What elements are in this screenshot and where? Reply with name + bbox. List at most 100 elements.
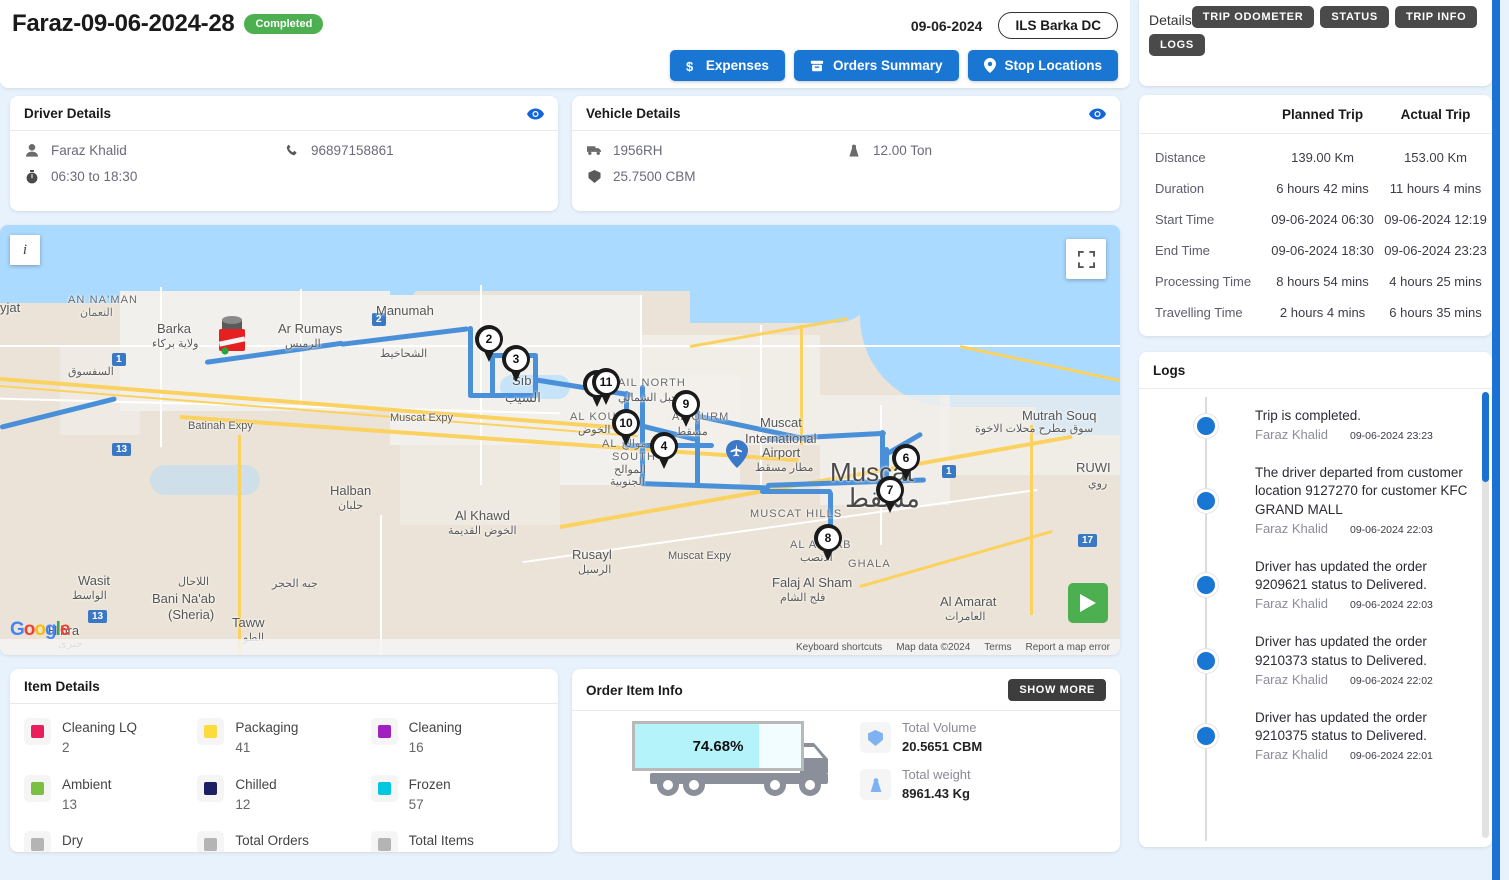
trip-row-label: Duration [1155, 181, 1205, 196]
route-map[interactable]: 1 2 13 13 1 17 AN NA'MAN النعمان yjat Ba… [0, 225, 1120, 655]
fill-percent-label: 74.68% [692, 737, 744, 755]
tab-trip-odometer[interactable]: TRIP ODOMETER [1191, 6, 1315, 28]
map-label: Taww [232, 615, 265, 630]
dc-chip[interactable]: ILS Barka DC [998, 12, 1118, 39]
svg-text:$: $ [686, 59, 694, 73]
trip-table-row: Distance 139.00 Km 153.00 Km [1139, 134, 1492, 174]
map-label: AIL NORTH [618, 377, 686, 389]
trip-row-label: Distance [1155, 150, 1206, 165]
map-stop-pin[interactable]: 8 [814, 524, 842, 562]
item-count: 57 [408, 796, 424, 812]
orders-summary-button[interactable]: Orders Summary [793, 50, 959, 81]
map-attribution: Keyboard shortcuts Map data ©2024 Terms … [0, 639, 1120, 655]
total-volume-label: Total Volume [902, 720, 977, 735]
trip-row-actual: 153.00 Km [1404, 150, 1467, 165]
trip-table-row: Processing Time 8 hours 54 mins 4 hours 25… [1139, 266, 1492, 297]
expenses-button[interactable]: $ Expenses [669, 50, 785, 81]
map-info-icon[interactable]: i [10, 235, 40, 265]
map-label: Wasit [78, 573, 111, 588]
keyboard-shortcuts-link[interactable]: Keyboard shortcuts [796, 642, 882, 653]
trip-table-row: Start Time 09-06-2024 06:30 09-06-2024 12:… [1139, 204, 1492, 235]
logs-scrollbar[interactable] [1482, 392, 1489, 838]
map-canvas[interactable]: 1 2 13 13 1 17 AN NA'MAN النعمان yjat Ba… [0, 225, 1120, 655]
driver-phone-field: 96897158861 [284, 143, 544, 158]
trip-comparison-card: Planned Trip Actual Trip Distance 139.00 … [1139, 95, 1492, 336]
map-label: Al Khawd [455, 508, 510, 523]
map-stop-pin[interactable]: 11 [592, 368, 620, 406]
truck-capacity-bar: 74.68% [632, 721, 804, 772]
log-entry: The driver departed from customer locati… [1139, 464, 1492, 558]
order-item-stats: Total Volume 20.5651 CBM Total weight 89… [860, 719, 982, 803]
trip-table-row: Travelling Time 2 hours 4 mins 6 hours 35 … [1139, 297, 1492, 328]
map-stop-pin[interactable]: 2 [475, 325, 503, 363]
route-shield: 17 [1078, 534, 1098, 547]
vehicle-details-body: 1956RH 12.00 Ton 25.7500 CBM [572, 131, 1120, 184]
details-sidebar: Details TRIP ODOMETER STATUS TRIP INFO L… [1130, 0, 1500, 880]
report-error-link[interactable]: Report a map error [1026, 642, 1110, 653]
vehicle-details-header: Vehicle Details [572, 96, 1120, 131]
map-stop-pin[interactable]: 3 [502, 345, 530, 383]
item-color-swatch [370, 831, 398, 852]
trip-table-body: Distance 139.00 Km 153.00 Km Duration 6 hour… [1139, 134, 1492, 329]
trip-detail-page: Faraz-09-06-2024-28 Completed 09-06-2024… [0, 0, 1509, 880]
logs-card: Logs Trip is completed. Faraz Khalid 09-06… [1139, 352, 1492, 847]
item-detail-cell: Total Orders [197, 831, 370, 852]
trip-table-row: End Time 09-06-2024 18:30 09-06-2024 23:23 [1139, 235, 1492, 266]
driver-fields: Faraz Khalid 96897158861 06:30 to 18:30 [24, 143, 544, 184]
map-label: Barka [157, 321, 191, 336]
log-dot [1194, 724, 1218, 749]
eye-icon[interactable] [527, 107, 544, 120]
eye-icon[interactable] [1089, 107, 1106, 120]
map-stop-pin[interactable]: 4 [650, 432, 678, 470]
trip-header-card: Faraz-09-06-2024-28 Completed 09-06-2024… [0, 0, 1130, 88]
vehicle-weight-field: 12.00 Ton [846, 143, 1106, 158]
play-route-button[interactable] [1068, 583, 1108, 623]
item-count: 16 [408, 740, 424, 756]
map-stop-pin[interactable]: 7 [876, 476, 904, 514]
map-label: العامرات [945, 611, 986, 623]
log-timestamp: 09-06-2024 22:03 [1349, 599, 1433, 612]
tab-trip-info[interactable]: TRIP INFO [1394, 6, 1478, 28]
map-stop-pin[interactable]: 10 [612, 409, 640, 447]
details-label: Details [1149, 12, 1192, 28]
stop-locations-button-label: Stop Locations [1004, 58, 1103, 73]
vehicle-marker-icon[interactable] [213, 315, 251, 355]
box-icon [860, 722, 891, 754]
driver-details-card: Driver Details Faraz Khalid 96897158861 … [10, 96, 558, 211]
trip-row-label: Travelling Time [1155, 305, 1243, 320]
details-tabs: Details TRIP ODOMETER STATUS TRIP INFO L… [1149, 6, 1482, 56]
dollar-icon: $ [686, 59, 697, 73]
log-dot [1194, 648, 1218, 673]
trip-row-actual: 09-06-2024 23:23 [1384, 243, 1487, 258]
driver-name: Faraz Khalid [51, 143, 127, 158]
map-label: اللاحال [178, 576, 210, 588]
log-dot [1194, 413, 1218, 438]
tab-status[interactable]: STATUS [1320, 6, 1389, 28]
window-scrollbar[interactable] [1492, 0, 1500, 880]
trip-row-planned: 09-06-2024 06:30 [1271, 212, 1374, 227]
trip-row-actual: 4 hours 25 mins [1389, 274, 1482, 289]
stop-locations-button[interactable]: Stop Locations [967, 50, 1118, 81]
show-more-button[interactable]: SHOW MORE [1008, 679, 1106, 701]
map-label: الشحاخيط [380, 348, 428, 360]
terms-link[interactable]: Terms [984, 642, 1011, 653]
vehicle-plate: 1956RH [613, 143, 663, 158]
item-count: 2 [62, 740, 70, 756]
logs-scrollbar-thumb[interactable] [1482, 392, 1489, 482]
fullscreen-icon[interactable] [1066, 239, 1106, 279]
window-scrollbar-thumb[interactable] [1492, 0, 1500, 880]
map-label: Al Amarat [940, 594, 997, 609]
page-title: Faraz-09-06-2024-28 [12, 10, 235, 37]
item-detail-cell: Cleaning 16 [370, 718, 544, 759]
item-color-swatch [24, 831, 51, 852]
tab-logs[interactable]: LOGS [1149, 34, 1205, 56]
total-weight-stat: Total weight 8961.43 Kg [860, 766, 982, 804]
route-shield: 13 [112, 443, 132, 456]
log-entry: Driver has updated the order 9209621 sta… [1139, 558, 1492, 633]
map-label: Airport [762, 445, 801, 460]
trip-row-actual: 11 hours 4 mins [1389, 181, 1482, 196]
map-stop-pin[interactable]: 9 [672, 390, 700, 428]
logs-timeline[interactable]: Trip is completed. Faraz Khalid 09-06-2024… [1139, 389, 1492, 841]
map-label: النعمان [80, 307, 113, 319]
map-label: Bani Na'ab [152, 591, 216, 606]
